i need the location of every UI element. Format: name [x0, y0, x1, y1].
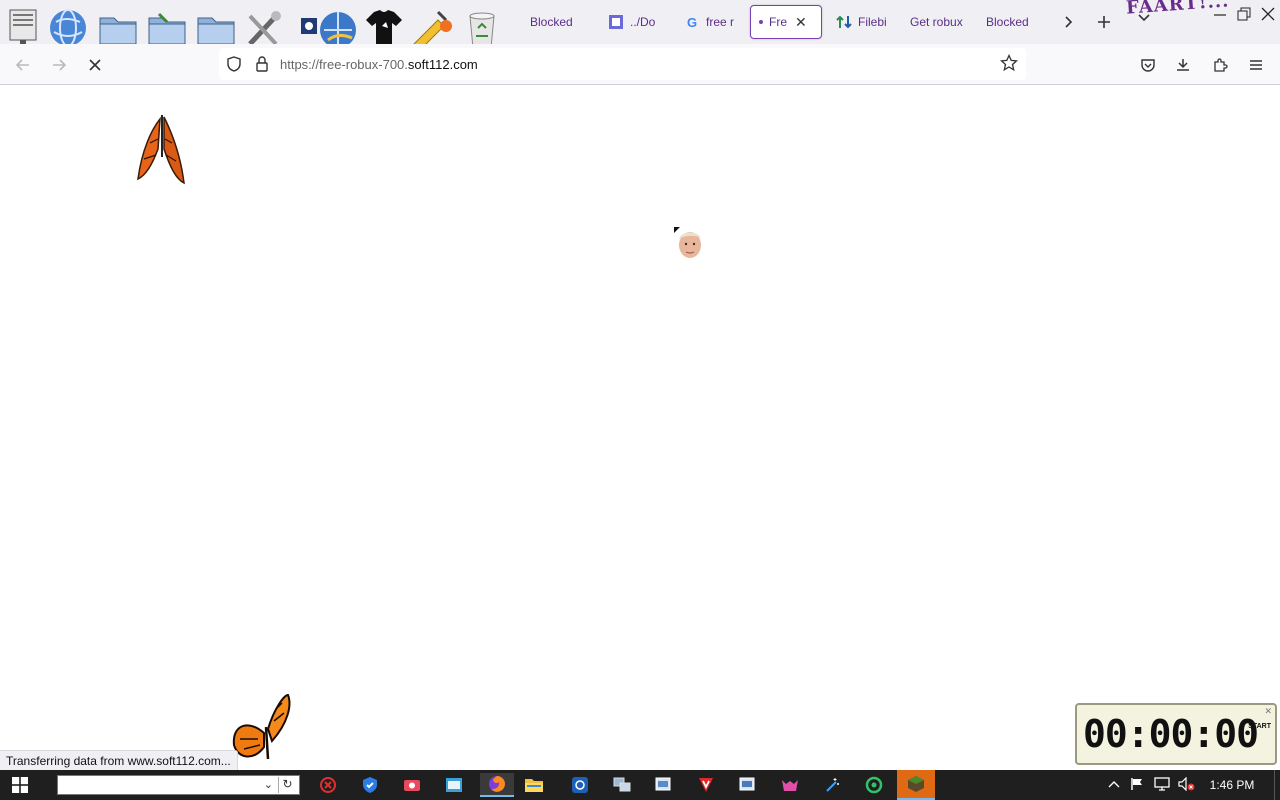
tab-blocked-2[interactable]: Blocked: [978, 5, 1050, 39]
taskbar-window-app-icon[interactable]: [442, 773, 466, 797]
navigation-toolbar: https://free-robux-700.soft112.com: [0, 44, 1280, 85]
address-bar[interactable]: https://free-robux-700.soft112.com: [219, 48, 1026, 80]
taskbar-windows-app-icon-2[interactable]: [736, 773, 760, 797]
taskbar-clock[interactable]: 1:46 PM: [1203, 778, 1261, 792]
menu-hamburger-icon[interactable]: [1245, 54, 1267, 76]
butterfly-icon[interactable]: [132, 109, 190, 191]
taskbar-network-app-icon[interactable]: [610, 773, 634, 797]
page-content: ✕ 00:00:00 START Transferring data from …: [0, 85, 1280, 770]
taskbar-firefox-icon[interactable]: [480, 773, 514, 797]
windows-start-icon[interactable]: [12, 777, 28, 793]
taskbar-green-circle-app-icon[interactable]: [862, 773, 886, 797]
dropdown-chevron-icon[interactable]: ⌄: [264, 778, 273, 791]
tab-label: Filebi: [858, 15, 887, 29]
document-favicon-icon: [608, 14, 624, 30]
taskbar-camera-app-icon[interactable]: [400, 773, 424, 797]
status-text: Transferring data from www.soft112.com..…: [6, 754, 231, 768]
pocket-icon[interactable]: [1137, 54, 1159, 76]
countdown-timer-widget[interactable]: ✕ 00:00:00 START: [1075, 703, 1277, 765]
tab-downloads[interactable]: ../Do: [600, 5, 672, 39]
tab-label: Blocked: [530, 15, 573, 29]
minimize-icon[interactable]: [1208, 0, 1232, 28]
tab-label: free r: [706, 15, 735, 29]
close-window-icon[interactable]: [1256, 0, 1280, 28]
taskbar-cube-app-icon[interactable]: [897, 770, 935, 800]
timer-start-button[interactable]: START: [1248, 723, 1271, 730]
padlock-icon[interactable]: [252, 54, 272, 74]
taskbar: ⌄ ↻ 1:46 PM: [0, 770, 1280, 800]
timer-close-icon[interactable]: ✕: [1264, 706, 1272, 717]
clock-time: 1:46 PM: [1209, 778, 1255, 792]
timer-display: 00:00:00: [1083, 712, 1259, 756]
downloads-icon[interactable]: [1172, 54, 1194, 76]
stop-x-icon: [89, 59, 101, 71]
transfer-arrows-icon: [836, 14, 852, 30]
restore-icon[interactable]: [1232, 0, 1256, 28]
loading-dot-icon: [759, 20, 763, 24]
window-controls: [1208, 0, 1280, 30]
url-text[interactable]: https://free-robux-700.soft112.com: [280, 57, 478, 72]
taskbar-red-circle-app-icon[interactable]: [316, 773, 340, 797]
taskbar-v-app-icon[interactable]: [694, 773, 718, 797]
butterfly-icon[interactable]: [228, 689, 302, 769]
forward-button[interactable]: [46, 52, 72, 78]
forward-arrow-icon: [53, 59, 67, 71]
action-center-flag-icon[interactable]: [1124, 777, 1150, 794]
tab-strip: Blocked ../Do G free r Fre ✕ Filebi Get …: [0, 0, 1280, 51]
stop-loading-button[interactable]: [82, 52, 108, 78]
network-icon[interactable]: [1150, 776, 1174, 794]
tab-filebin[interactable]: Filebi: [828, 5, 898, 39]
taskbar-magic-wand-icon[interactable]: [820, 773, 844, 797]
tab-label: Fre: [769, 15, 787, 29]
show-desktop-button[interactable]: [1274, 770, 1280, 800]
url-domain: soft112.com: [407, 56, 478, 72]
tab-label: Blocked: [986, 15, 1029, 29]
extensions-icon[interactable]: [1209, 54, 1231, 76]
back-button[interactable]: [10, 52, 36, 78]
tab-label: Get robux: [910, 15, 963, 29]
back-arrow-icon: [15, 59, 29, 71]
tab-blocked[interactable]: Blocked: [522, 5, 594, 39]
scroll-tabs-right-icon[interactable]: [1056, 10, 1080, 34]
url-prefix: https://free-robux-700.: [280, 56, 408, 72]
taskbar-windows-app-icon[interactable]: [652, 773, 676, 797]
taskbar-shield-app-icon[interactable]: [358, 773, 382, 797]
bookmark-star-icon[interactable]: [999, 53, 1020, 74]
face-cursor-icon[interactable]: [672, 225, 706, 261]
tab-free-robux-active[interactable]: Fre ✕: [750, 5, 822, 39]
tracking-shield-icon[interactable]: [224, 54, 244, 74]
new-tab-icon[interactable]: [1092, 10, 1116, 34]
status-bar: Transferring data from www.soft112.com..…: [0, 750, 238, 770]
volume-muted-icon[interactable]: [1174, 776, 1200, 794]
tab-label: ../Do: [630, 15, 656, 29]
system-tray: [1104, 770, 1200, 800]
google-favicon-icon: G: [686, 14, 698, 30]
close-tab-icon[interactable]: ✕: [795, 14, 807, 31]
taskbar-address-input[interactable]: ⌄ ↻: [57, 775, 300, 795]
taskbar-file-explorer-icon[interactable]: [522, 773, 546, 797]
screen: Blocked ../Do G free r Fre ✕ Filebi Get …: [0, 0, 1280, 800]
tab-get-robux[interactable]: Get robux: [902, 5, 974, 39]
show-hidden-icons-chevron-icon[interactable]: [1104, 778, 1124, 792]
refresh-icon[interactable]: ↻: [278, 777, 296, 793]
tab-google-search[interactable]: G free r: [676, 5, 746, 39]
taskbar-cat-app-icon[interactable]: [778, 773, 802, 797]
taskbar-blue-app-icon[interactable]: [568, 773, 592, 797]
